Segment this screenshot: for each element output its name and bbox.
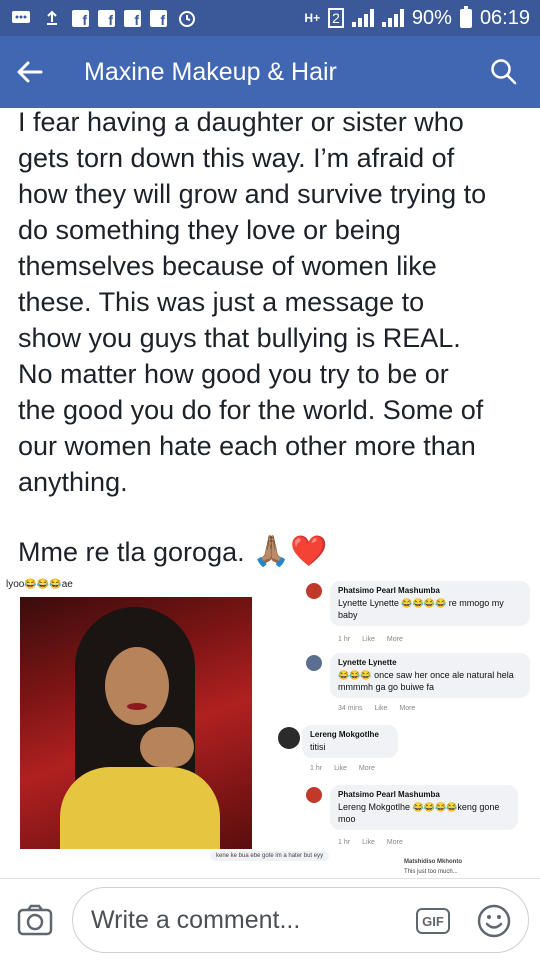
smiley-icon — [477, 904, 511, 938]
signal-icon — [351, 9, 374, 27]
post-body-text: I fear having a daughter or sister who g… — [18, 108, 487, 497]
clock: 06:19 — [479, 6, 530, 29]
post-closing-line: Mme re tla goroga. 🙏🏽❤️ — [18, 534, 327, 570]
facebook-icon: f — [98, 9, 115, 27]
search-button[interactable] — [468, 36, 540, 108]
arrow-left-icon — [17, 61, 43, 83]
network-type: H+ — [304, 11, 321, 25]
facebook-icon: f — [72, 9, 89, 27]
cut-off-comment-text: This just too much... — [404, 869, 458, 875]
back-button[interactable] — [0, 36, 60, 108]
sim-slot-badge: 2 — [328, 8, 344, 28]
camera-button[interactable] — [16, 901, 54, 939]
cut-off-comment: kene ke bua ebe gote im a hater but eyy — [210, 851, 330, 861]
image-comment: Phatsimo Pearl Mashumba Lynette Lynette … — [306, 581, 532, 645]
gif-button[interactable]: GIF — [416, 908, 450, 934]
avatar — [278, 727, 300, 749]
app-bar: Maxine Makeup & Hair — [0, 36, 540, 108]
emoji-button[interactable] — [477, 904, 511, 938]
battery-icon — [459, 5, 472, 28]
signal-icon — [381, 9, 404, 27]
avatar — [306, 787, 322, 803]
image-comment: Lereng Mokgotlhe titisi 1 hr Like More — [278, 725, 408, 773]
image-caption: lyoo😂😂😂ae — [6, 579, 73, 590]
comment-input[interactable]: Write a comment... — [72, 887, 529, 953]
camera-icon — [17, 904, 53, 936]
post-content: I fear having a daughter or sister who g… — [0, 108, 540, 570]
image-comment: Lynette Lynette 😂😂😂 once saw her once al… — [306, 653, 532, 717]
notification-icons: f f f f — [10, 9, 198, 27]
page-title: Maxine Makeup & Hair — [84, 57, 337, 86]
avatar — [306, 583, 322, 599]
avatar — [306, 655, 322, 671]
upload-icon — [41, 9, 63, 27]
portrait-photo — [20, 597, 252, 849]
alarm-icon — [176, 9, 198, 27]
image-comment: Phatsimo Pearl Mashumba Lereng Mokgotlhe… — [306, 785, 532, 849]
post-closing-text: Mme re tla goroga. — [18, 537, 245, 567]
cut-off-comment-name: Matshidiso Mkhonto — [404, 859, 462, 865]
pray-heart-emoji: 🙏🏽❤️ — [252, 535, 328, 568]
battery-percent: 90% — [411, 6, 452, 29]
facebook-icon: f — [124, 9, 141, 27]
facebook-icon: f — [150, 9, 167, 27]
message-icon — [10, 9, 32, 27]
search-icon — [491, 59, 517, 85]
status-bar: f f f f H+ 2 90% 06:19 — [0, 0, 540, 36]
post-image[interactable]: lyoo😂😂😂ae Phatsimo Pearl Mashumba Lynett… — [0, 575, 540, 877]
comment-bar: Write a comment... GIF — [0, 878, 540, 960]
